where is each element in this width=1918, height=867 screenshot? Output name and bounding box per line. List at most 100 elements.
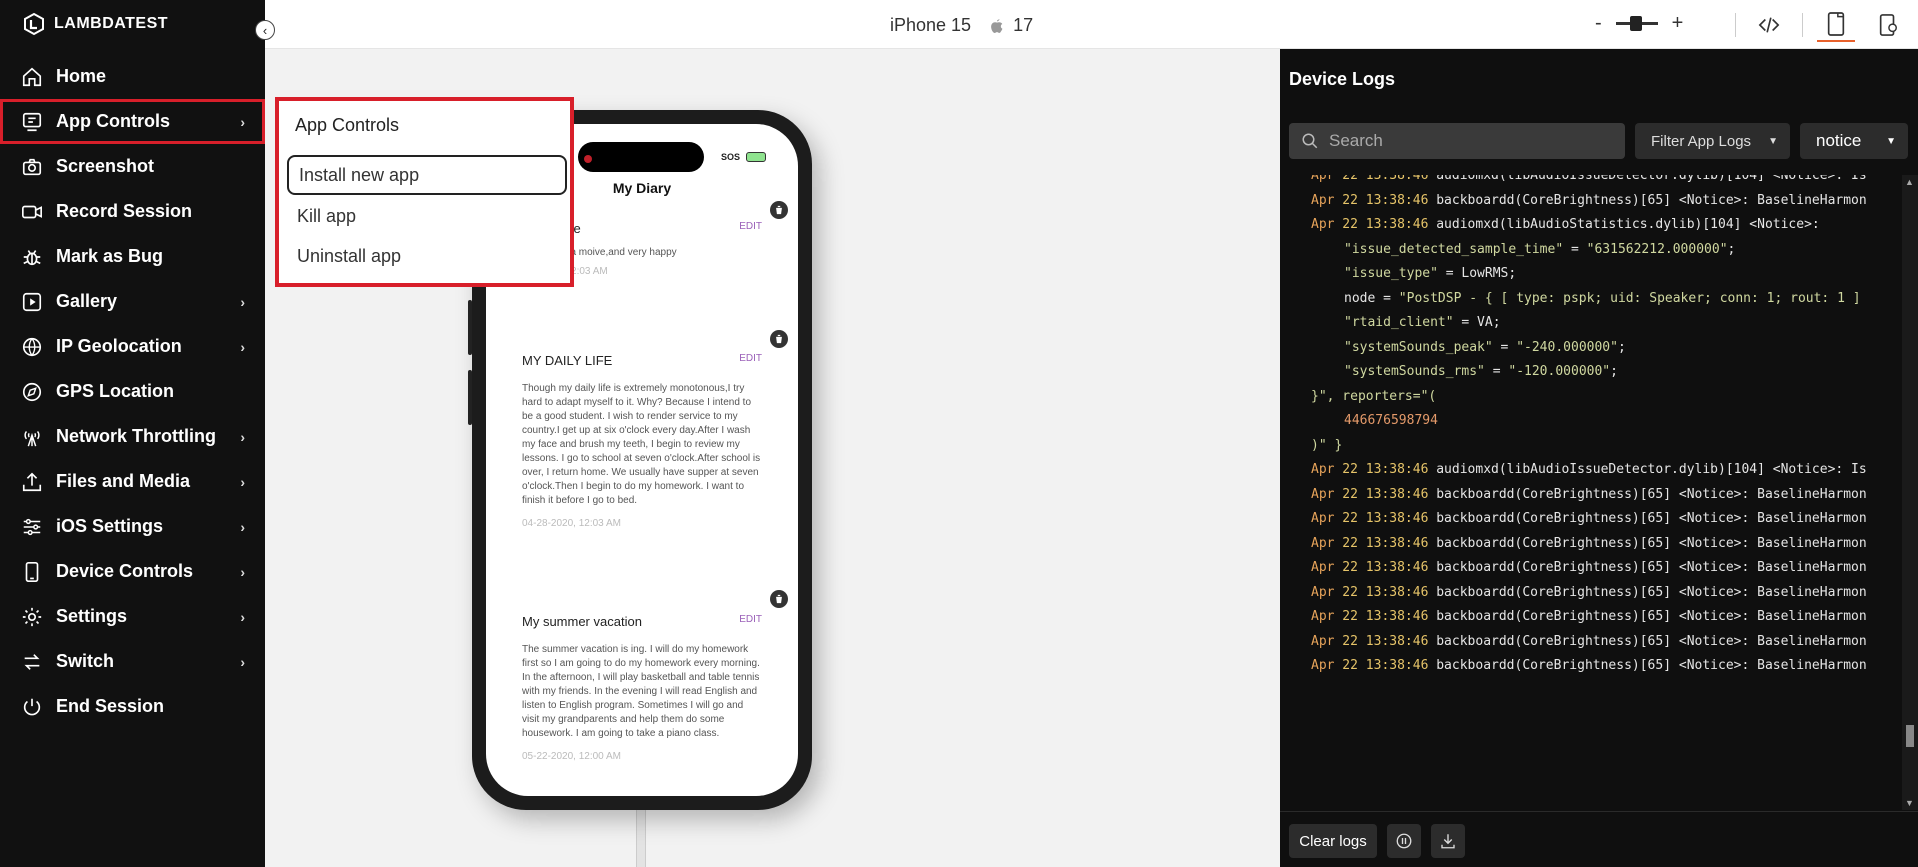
log-token: "-120.000000" <box>1508 364 1611 379</box>
edit-entry-button[interactable]: EDIT <box>739 353 762 364</box>
chevron-right-icon: › <box>240 113 245 130</box>
log-token: backboardd(CoreBrightness)[65] <Notice>:… <box>1436 560 1867 575</box>
zoom-out-button[interactable]: - <box>1595 12 1602 35</box>
log-token: "issue_type" <box>1344 266 1438 281</box>
log-line: Apr 22 13:38:46 backboardd(CoreBrightnes… <box>1311 509 1867 529</box>
log-token: audiomxd(libAudioIssueDetector.dylib)[10… <box>1436 175 1867 183</box>
scrollbar-thumb[interactable] <box>1906 725 1914 747</box>
phone-volume-up <box>468 300 472 355</box>
pause-icon <box>1396 833 1412 849</box>
zoom-slider[interactable] <box>1615 16 1658 31</box>
log-token: "PostDSP - { [ type: pspk; uid: Speaker;… <box>1398 290 1861 306</box>
clear-logs-button[interactable]: Clear logs <box>1289 824 1377 858</box>
sidebar-item-end-session[interactable]: End Session <box>0 684 265 729</box>
log-token: ; <box>1727 241 1736 257</box>
sidebar-item-ip-geolocation[interactable]: IP Geolocation › <box>0 324 265 369</box>
sidebar-item-label: iOS Settings <box>56 516 164 536</box>
sidebar-item-device-controls[interactable]: Device Controls › <box>0 549 265 594</box>
log-line: Apr 22 13:38:46 backboardd(CoreBrightnes… <box>1311 191 1867 211</box>
sidebar-item-label: Home <box>56 66 107 86</box>
sidebar-item-switch[interactable]: Switch › <box>0 639 265 684</box>
brand-logo[interactable]: LAMBDATEST <box>22 12 168 36</box>
log-line: "systemSounds_rms" = "-120.000000"; <box>1344 362 1618 382</box>
log-token: Apr <box>1311 584 1335 600</box>
zoom-slider-thumb[interactable] <box>1629 16 1642 31</box>
log-token: backboardd(CoreBrightness)[65] <Notice>:… <box>1436 511 1867 526</box>
log-token: Apr <box>1311 175 1335 183</box>
log-token: Apr <box>1311 609 1335 624</box>
device-logs-button[interactable] <box>1817 8 1855 42</box>
trash-icon <box>775 205 783 215</box>
log-token: "issue_detected_sample_time" <box>1344 241 1564 257</box>
uninstall-app-button[interactable]: Uninstall app <box>287 236 567 276</box>
top-bar: iPhone 15 17 - + <box>265 0 1918 49</box>
sidebar-item-record-session[interactable]: Record Session <box>0 189 265 234</box>
bug-icon <box>20 245 44 269</box>
entry-date: 05-22-2020, 12:00 AM <box>522 751 621 762</box>
delete-entry-button[interactable] <box>770 330 788 348</box>
log-token: )" } <box>1311 437 1343 453</box>
filter-app-logs-dropdown[interactable]: Filter App Logs ▼ <box>1635 123 1790 159</box>
log-search-box[interactable] <box>1289 123 1625 159</box>
log-line: )" } <box>1311 436 1342 456</box>
sidebar-item-files-and-media[interactable]: Files and Media › <box>0 459 265 504</box>
chevron-right-icon: › <box>240 563 245 580</box>
sidebar-item-label: Network Throttling <box>56 426 216 446</box>
diary-entry[interactable]: MY DAILY LIFE EDIT Though my daily life … <box>522 353 762 529</box>
scroll-down-icon[interactable]: ▼ <box>1905 798 1914 808</box>
log-token: 22 13:38:46 <box>1334 584 1437 600</box>
sidebar-item-mark-as-bug[interactable]: Mark as Bug <box>0 234 265 279</box>
edit-entry-button[interactable]: EDIT <box>739 614 762 625</box>
log-search-input[interactable] <box>1329 131 1609 151</box>
log-line: "rtaid_client" = VA; <box>1344 313 1501 333</box>
log-token: Apr <box>1311 217 1335 232</box>
log-token: 22 13:38:46 <box>1334 560 1437 575</box>
install-new-app-button[interactable]: Install new app <box>287 155 567 195</box>
sidebar-item-app-controls[interactable]: App Controls › <box>0 99 265 144</box>
log-token: Apr <box>1311 486 1335 502</box>
delete-entry-button[interactable] <box>770 590 788 608</box>
download-logs-button[interactable] <box>1431 824 1465 858</box>
sidebar-item-label: Files and Media <box>56 471 191 491</box>
log-line: Apr 22 13:38:46 backboardd(CoreBrightnes… <box>1311 632 1867 652</box>
edit-entry-button[interactable]: EDIT <box>739 221 762 232</box>
sidebar-item-label: Gallery <box>56 291 118 311</box>
log-line: Apr 22 13:38:46 backboardd(CoreBrightnes… <box>1311 607 1867 627</box>
log-level-label: notice <box>1816 131 1862 150</box>
sidebar: LAMBDATEST Home App Controls › Screensho… <box>0 0 265 867</box>
sidebar-item-screenshot[interactable]: Screenshot <box>0 144 265 189</box>
antenna-icon <box>20 425 44 449</box>
sidebar-item-home[interactable]: Home <box>0 54 265 99</box>
sidebar-item-settings[interactable]: Settings › <box>0 594 265 639</box>
charging-cable <box>636 807 646 867</box>
sidebar-item-gallery[interactable]: Gallery › <box>0 279 265 324</box>
log-output[interactable]: Apr 22 13:38:46 audiomxd(libAudioIssueDe… <box>1280 175 1902 810</box>
log-token: 22 13:38:46 <box>1334 633 1437 649</box>
sidebar-item-network-throttling[interactable]: Network Throttling › <box>0 414 265 459</box>
log-token: ; <box>1610 364 1618 379</box>
entry-body: The summer vacation is ing. I will do my… <box>522 644 760 739</box>
log-token: 22 13:38:46 <box>1334 609 1437 624</box>
delete-entry-button[interactable] <box>770 201 788 219</box>
log-token: = <box>1484 364 1509 379</box>
sidebar-item-ios-settings[interactable]: iOS Settings › <box>0 504 265 549</box>
kill-app-button[interactable]: Kill app <box>287 196 567 236</box>
log-scrollbar[interactable]: ▲ ▼ <box>1902 175 1918 810</box>
log-token: backboardd(CoreBrightness)[65] <Notice>:… <box>1436 486 1867 502</box>
pause-logs-button[interactable] <box>1387 824 1421 858</box>
log-token: ; <box>1617 339 1626 355</box>
sidebar-item-label: GPS Location <box>56 381 175 401</box>
log-line: "systemSounds_peak" = "-240.000000"; <box>1344 338 1626 358</box>
diary-entry[interactable]: My summer vacation EDIT The summer vacat… <box>522 614 762 762</box>
device-settings-button[interactable] <box>1869 8 1907 42</box>
log-token: Apr <box>1311 633 1335 649</box>
zoom-in-button[interactable]: + <box>1672 12 1684 35</box>
chevron-left-icon: ‹ <box>262 22 268 38</box>
brand-name: LAMBDATEST <box>54 15 169 32</box>
code-view-button[interactable] <box>1750 8 1788 42</box>
log-level-dropdown[interactable]: notice ▼ <box>1800 123 1908 159</box>
sidebar-item-gps-location[interactable]: GPS Location <box>0 369 265 414</box>
log-token: 446676598794 <box>1344 413 1438 428</box>
scroll-up-icon[interactable]: ▲ <box>1905 177 1914 187</box>
collapse-sidebar-button[interactable]: ‹ <box>255 20 275 40</box>
